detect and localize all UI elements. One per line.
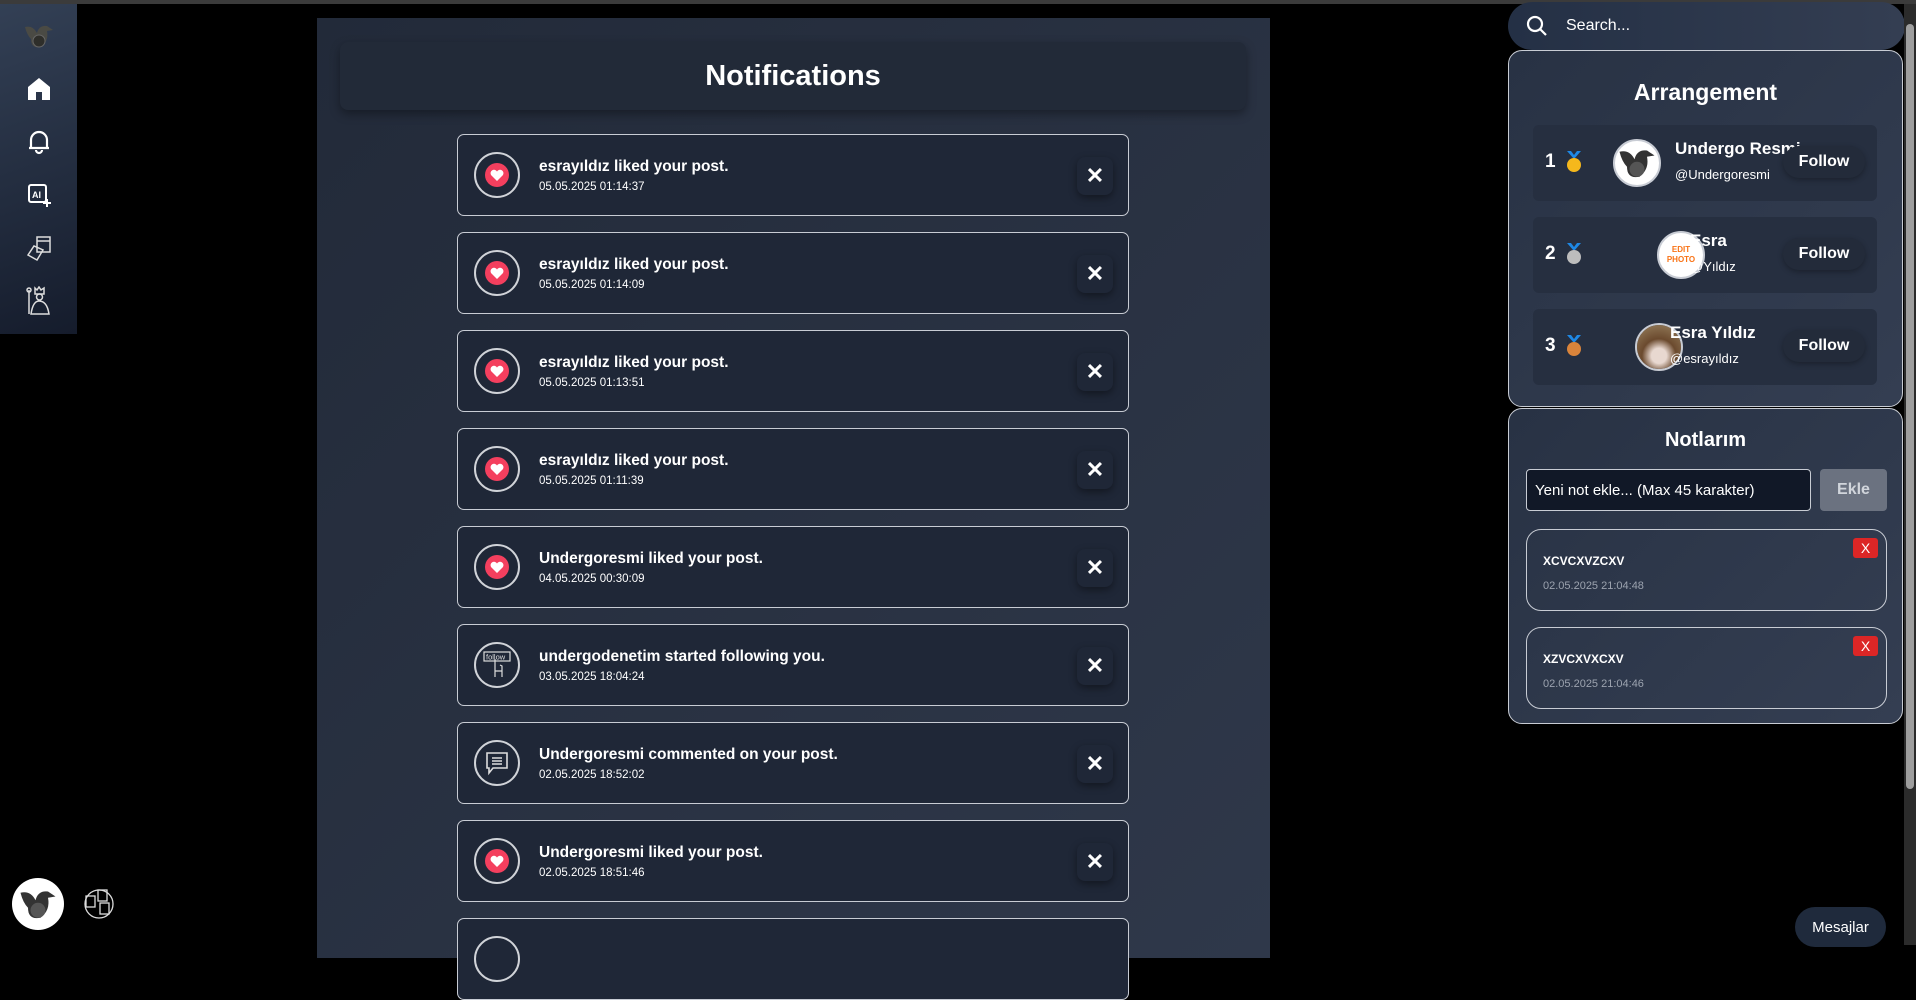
notification-message: Undergoresmi commented on your post. — [539, 746, 838, 763]
svg-text:follow: follow — [486, 653, 506, 662]
notifications-panel: Notifications esrayıldız liked your post… — [317, 18, 1270, 1000]
search-input[interactable] — [1566, 17, 1773, 35]
like-icon — [474, 544, 520, 590]
comment-icon — [474, 740, 520, 786]
rank-number: 3 — [1545, 335, 1556, 356]
sidebar: AI — [0, 4, 77, 334]
follow-button[interactable]: Follow — [1783, 330, 1865, 362]
dismiss-button[interactable]: ✕ — [1077, 451, 1113, 489]
search-bar[interactable] — [1508, 2, 1905, 50]
scrollbar-thumb[interactable] — [1906, 24, 1914, 789]
arrangement-title: Arrangement — [1633, 79, 1778, 105]
notification-time: 05.05.2025 01:13:51 — [539, 377, 645, 389]
notification-message: esrayıldız liked your post. — [539, 354, 729, 371]
notification-time: 04.05.2025 00:30:09 — [539, 573, 645, 585]
notes-title: Notlarım — [1664, 429, 1747, 451]
svg-text:AI: AI — [32, 190, 41, 200]
notification-card[interactable] — [457, 918, 1129, 1000]
add-note-button[interactable]: Ekle — [1820, 469, 1887, 511]
like-icon — [474, 250, 520, 296]
follow-button[interactable]: Follow — [1783, 146, 1865, 178]
home-icon[interactable] — [23, 73, 55, 105]
notification-time: 05.05.2025 01:14:37 — [539, 181, 645, 193]
notification-message: Undergoresmi liked your post. — [539, 550, 763, 567]
page-title: Notifications — [340, 42, 1246, 110]
notification-card[interactable]: Undergoresmi commented on your post. 02.… — [457, 722, 1129, 804]
notification-card[interactable]: follow undergodenetim started following … — [457, 624, 1129, 706]
medal-icon — [1567, 151, 1581, 172]
medal-icon — [1567, 335, 1581, 356]
notification-message: esrayıldız liked your post. — [539, 256, 729, 273]
ranking-item[interactable]: 1 Undergo Resmi @Undergoresmi Follow — [1533, 125, 1877, 201]
like-icon — [474, 838, 520, 884]
user-avatar[interactable] — [12, 878, 64, 930]
note-item: XZVCXVXCXV 02.05.2025 21:04:46 X — [1526, 627, 1887, 709]
dismiss-button[interactable]: ✕ — [1077, 549, 1113, 587]
translate-icon[interactable] — [82, 886, 116, 920]
note-date: 02.05.2025 21:04:48 — [1543, 580, 1644, 592]
notes-panel: Notlarım Ekle XCVCXVZCXV 02.05.2025 21:0… — [1508, 408, 1903, 724]
notification-message: undergodenetim started following you. — [539, 648, 825, 665]
notification-time: 03.05.2025 18:04:24 — [539, 671, 645, 683]
delete-note-button[interactable]: X — [1853, 538, 1878, 558]
notification-card[interactable]: esrayıldız liked your post. 05.05.2025 0… — [457, 232, 1129, 314]
scrollbar[interactable] — [1904, 4, 1916, 945]
new-note-input[interactable] — [1526, 469, 1811, 511]
bell-icon[interactable] — [23, 126, 55, 158]
note-text: XCVCXVZCXV — [1543, 554, 1625, 568]
logo-bird-icon[interactable] — [23, 20, 55, 52]
ranking-item[interactable]: 3 Esra Yıldız @esrayıldız Follow — [1533, 309, 1877, 385]
rank-number: 2 — [1545, 243, 1556, 264]
dismiss-button[interactable]: ✕ — [1077, 157, 1113, 195]
medal-icon — [1567, 243, 1581, 264]
search-icon — [1526, 15, 1547, 36]
note-date: 02.05.2025 21:04:46 — [1543, 678, 1644, 690]
notification-card[interactable]: esrayıldız liked your post. 05.05.2025 0… — [457, 134, 1129, 216]
ranking-item[interactable]: 2 EDIT PHOTO Esra @Yıldız Follow — [1533, 217, 1877, 293]
notification-time: 05.05.2025 01:14:09 — [539, 279, 645, 291]
user-handle: @Yıldız — [1690, 259, 1736, 274]
notification-message: esrayıldız liked your post. — [539, 158, 729, 175]
dismiss-button[interactable]: ✕ — [1077, 745, 1113, 783]
notification-time: 02.05.2025 18:51:46 — [539, 867, 645, 879]
user-handle: @Undergoresmi — [1675, 167, 1770, 182]
dismiss-button[interactable]: ✕ — [1077, 647, 1113, 685]
arrangement-panel: Arrangement 1 Undergo Resmi @Undergoresm… — [1508, 50, 1903, 407]
dismiss-button[interactable]: ✕ — [1077, 255, 1113, 293]
note-item: XCVCXVZCXV 02.05.2025 21:04:48 X — [1526, 529, 1887, 611]
calendar-icon[interactable] — [23, 232, 55, 264]
notification-card[interactable]: esrayıldız liked your post. 05.05.2025 0… — [457, 330, 1129, 412]
avatar[interactable] — [1613, 139, 1661, 187]
dismiss-button[interactable]: ✕ — [1077, 353, 1113, 391]
notification-time: 05.05.2025 01:11:39 — [539, 475, 644, 487]
king-icon[interactable] — [23, 285, 55, 317]
ai-sparkle-icon[interactable]: AI — [23, 179, 55, 211]
notification-card[interactable]: Undergoresmi liked your post. 02.05.2025… — [457, 820, 1129, 902]
like-icon — [474, 446, 520, 492]
notification-message: Undergoresmi liked your post. — [539, 844, 763, 861]
like-icon — [474, 152, 520, 198]
rank-number: 1 — [1545, 151, 1556, 172]
notification-time: 02.05.2025 18:52:02 — [539, 769, 645, 781]
messages-button[interactable]: Mesajlar — [1795, 907, 1886, 947]
notification-icon — [474, 936, 520, 982]
user-name[interactable]: Undergo Resmi — [1675, 139, 1801, 159]
notification-card[interactable]: esrayıldız liked your post. 05.05.2025 0… — [457, 428, 1129, 510]
like-icon — [474, 348, 520, 394]
note-text: XZVCXVXCXV — [1543, 652, 1624, 666]
delete-note-button[interactable]: X — [1853, 636, 1878, 656]
follow-button[interactable]: Follow — [1783, 238, 1865, 270]
dismiss-button[interactable]: ✕ — [1077, 843, 1113, 881]
user-name[interactable]: Esra Yıldız — [1670, 323, 1756, 343]
notification-message: esrayıldız liked your post. — [539, 452, 729, 469]
user-handle: @esrayıldız — [1670, 351, 1739, 366]
user-name[interactable]: Esra — [1690, 231, 1727, 251]
notification-card[interactable]: Undergoresmi liked your post. 04.05.2025… — [457, 526, 1129, 608]
follow-icon: follow — [474, 642, 520, 688]
